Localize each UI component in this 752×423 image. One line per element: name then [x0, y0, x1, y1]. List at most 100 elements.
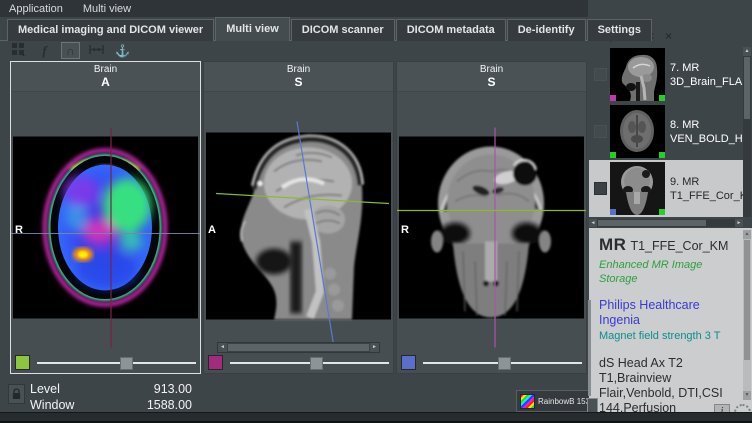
series-checkbox[interactable]: [594, 125, 607, 138]
menu-application[interactable]: Application: [9, 3, 63, 15]
scroll-up-icon[interactable]: ▲: [743, 230, 751, 239]
pan-scrollbar[interactable]: ◄ ►: [217, 342, 380, 353]
sidebar-splitter-scrollbar[interactable]: [588, 300, 591, 396]
tab-de-identify[interactable]: De-identify: [507, 19, 586, 41]
measure-button[interactable]: [87, 42, 106, 59]
viewport-image-area[interactable]: A: [204, 91, 393, 353]
series-label: 8. MR VEN_BOLD_HR: [670, 118, 743, 146]
sidebar-scrollbar-handle[interactable]: [587, 398, 598, 413]
viewport-coronal[interactable]: Brain S: [396, 61, 587, 374]
window-value: 1588.00: [96, 397, 192, 413]
viewport-plane-label: A: [11, 76, 200, 89]
series-name: 3D_Brain_FLAIR: [670, 75, 743, 89]
colormap-dropdown[interactable]: RainbowB 1536 ▾: [516, 390, 593, 412]
series-item-8[interactable]: 8. MR VEN_BOLD_HR: [589, 103, 743, 160]
scrollbar-handle[interactable]: [744, 57, 750, 119]
series-color-marker: [208, 355, 223, 370]
scrollbar-track[interactable]: [227, 343, 370, 352]
sagittal-thumbnail-image: [610, 48, 665, 101]
orientation-label-anterior: A: [208, 224, 216, 236]
slice-slider[interactable]: [15, 355, 196, 370]
layout-grid-icon: [12, 43, 25, 58]
series-number: 8. MR: [670, 118, 743, 132]
series-thumbnail[interactable]: [610, 105, 665, 158]
viewport-plane-label: S: [204, 76, 393, 89]
series-checkbox[interactable]: [594, 182, 607, 195]
axial-thumbnail-image: [610, 105, 665, 158]
slider-track[interactable]: [423, 362, 582, 364]
series-item-7[interactable]: 7. MR 3D_Brain_FLAIR: [589, 46, 743, 103]
viewport-plane-label: S: [397, 76, 586, 89]
series-number: 7. MR: [670, 61, 743, 75]
layout-grid-button[interactable]: [9, 42, 28, 59]
series-list-horizontal-scrollbar[interactable]: ◄ ►: [589, 219, 743, 227]
scroll-right-icon[interactable]: ►: [735, 219, 743, 227]
slider-handle[interactable]: [310, 357, 323, 370]
details-vertical-scrollbar[interactable]: ▲ ▼: [743, 230, 751, 400]
scroll-up-icon[interactable]: ▲: [743, 47, 751, 56]
tab-dicom-scanner[interactable]: DICOM scanner: [291, 19, 395, 41]
series-number: 9. MR: [670, 175, 743, 189]
series-marker-left: [610, 152, 616, 158]
series-label: 7. MR 3D_Brain_FLAIR: [670, 61, 743, 89]
series-list-vertical-scrollbar[interactable]: ▲: [743, 47, 751, 217]
colormap-swatch-icon: [520, 394, 535, 409]
series-sidebar: × ×: [588, 0, 752, 423]
series-marker-left: [610, 95, 616, 101]
storage-class-label: Enhanced MR Image Storage: [599, 258, 738, 286]
tab-settings[interactable]: Settings: [587, 19, 652, 41]
modality-label: MR: [599, 235, 626, 254]
series-thumbnail[interactable]: [610, 48, 665, 101]
slice-slider[interactable]: [401, 355, 582, 370]
menu-multi-view[interactable]: Multi view: [83, 3, 131, 15]
slider-track[interactable]: [230, 362, 389, 364]
measure-icon: [89, 44, 104, 57]
close-all-button[interactable]: ×: [665, 29, 672, 42]
series-color-marker: [15, 355, 30, 370]
series-checkbox[interactable]: [594, 68, 607, 81]
tab-medical-imaging-viewer[interactable]: Medical imaging and DICOM viewer: [7, 19, 214, 41]
viewport-header: Brain A: [11, 62, 200, 92]
lock-button[interactable]: [8, 384, 25, 404]
series-color-marker: [401, 355, 416, 370]
tab-dicom-metadata[interactable]: DICOM metadata: [396, 19, 506, 41]
lock-icon: [12, 388, 21, 400]
series-item-9[interactable]: 9. MR T1_FFE_Cor_KM: [589, 160, 743, 217]
anchor-icon: ⚓: [115, 45, 130, 57]
viewport-axial[interactable]: Brain A: [10, 61, 201, 374]
scroll-left-icon[interactable]: ◄: [218, 343, 227, 352]
scrollbar-handle[interactable]: [598, 220, 706, 226]
scrollbar-track[interactable]: [597, 219, 735, 227]
scroll-down-icon[interactable]: ▼: [743, 391, 751, 400]
series-marker-left: [610, 209, 616, 215]
scrollbar-handle[interactable]: [744, 240, 750, 360]
viewport-image-area[interactable]: R: [397, 91, 586, 353]
level-label: Level: [30, 381, 96, 397]
series-marker-right: [659, 95, 665, 101]
viewer-toolbar: f ∩ ⚓: [9, 42, 132, 59]
tab-bar: Medical imaging and DICOM viewer Multi v…: [0, 18, 752, 41]
scroll-right-icon[interactable]: ►: [370, 343, 379, 352]
scrollbar-handle[interactable]: [228, 344, 369, 351]
viewport-header: Brain S: [204, 62, 393, 92]
manufacturer-label: Philips Healthcare: [599, 298, 738, 313]
slider-handle[interactable]: [120, 357, 133, 370]
tab-multi-view[interactable]: Multi view: [215, 17, 290, 41]
intersection-button[interactable]: ∩: [61, 42, 80, 59]
viewport-header: Brain S: [397, 62, 586, 92]
series-thumbnail[interactable]: [610, 162, 665, 215]
sagittal-brain-image: [204, 91, 393, 353]
viewport-sagittal[interactable]: Brain S: [203, 61, 394, 374]
viewport-image-area[interactable]: R: [11, 91, 200, 353]
series-details-panel: MRT1_FFE_Cor_KM Enhanced MR Image Storag…: [589, 228, 752, 412]
function-button[interactable]: f: [35, 42, 54, 59]
coronal-thumbnail-image: [610, 162, 665, 215]
series-marker-right: [659, 152, 665, 158]
anchor-button[interactable]: ⚓: [113, 42, 132, 59]
slider-track[interactable]: [37, 362, 196, 364]
intersection-icon: ∩: [66, 45, 75, 57]
application-window: Application Multi view Medical imaging a…: [0, 0, 752, 423]
slice-slider[interactable]: [208, 355, 389, 370]
slider-handle[interactable]: [498, 357, 511, 370]
scroll-left-icon[interactable]: ◄: [589, 219, 597, 227]
